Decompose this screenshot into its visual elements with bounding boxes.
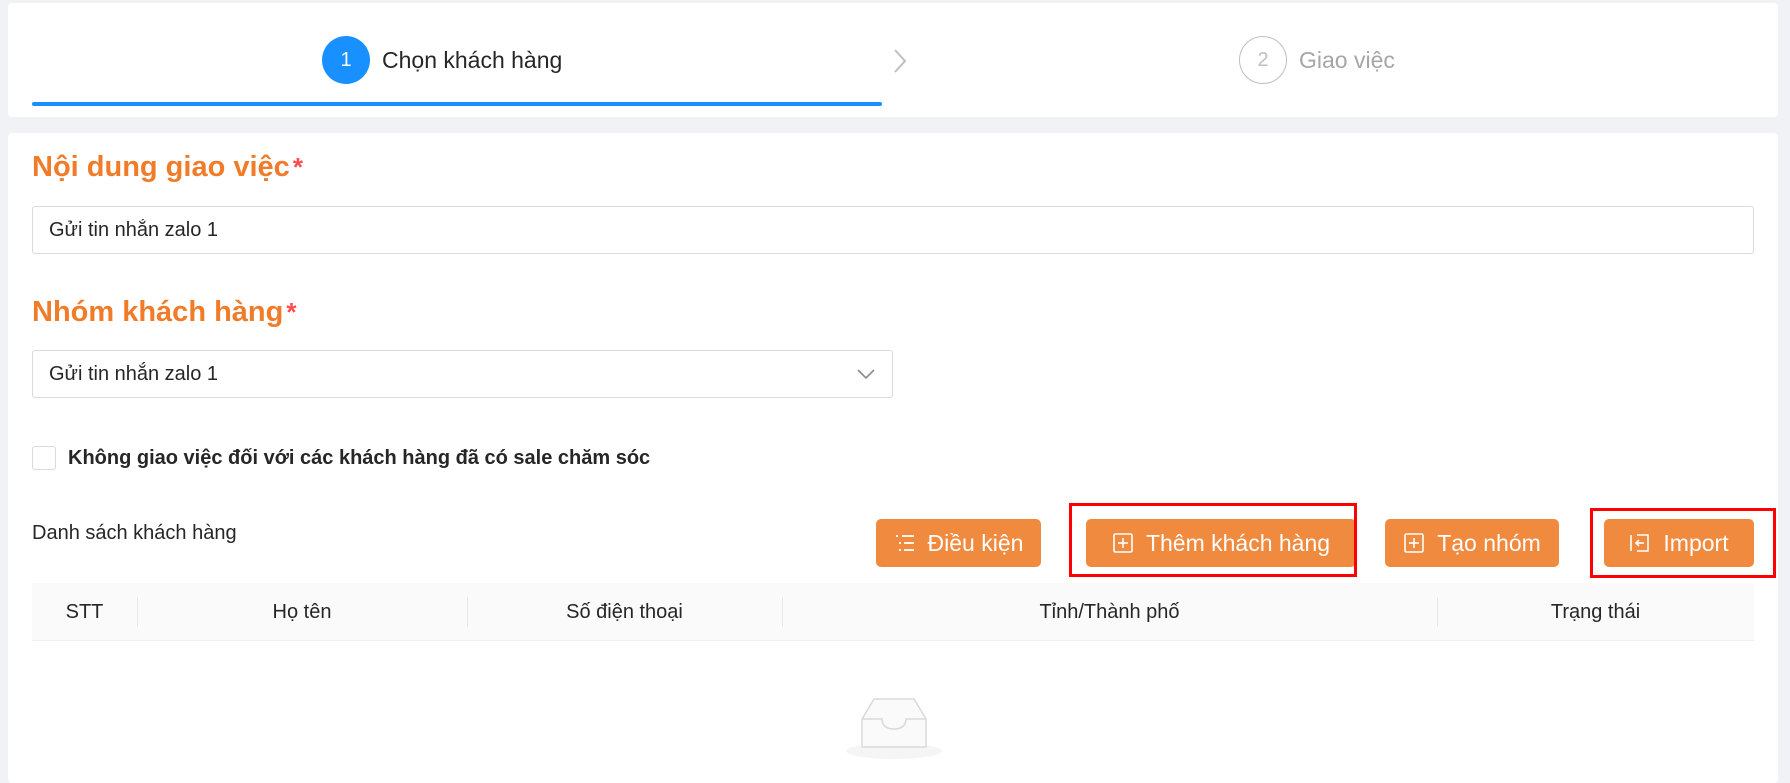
assign-task-form: Nội dung giao việc* Nhóm khách hàng* Gửi… [8,133,1778,783]
column-header-name: Họ tên [272,600,332,623]
create-group-button[interactable]: Tạo nhóm [1385,519,1559,567]
task-content-label-text: Nội dung giao việc [32,151,290,183]
highlight-import [1590,508,1776,578]
step-choose-customer[interactable]: 1 Chọn khách hàng [322,36,562,84]
customer-group-selected-value: Gửi tin nhắn zalo 1 [49,362,219,385]
step-2-title: Giao việc [1299,46,1395,73]
exclude-assigned-label: Không giao việc đối với các khách hàng đ… [68,446,651,469]
create-group-button-label: Tạo nhóm [1437,529,1541,556]
list-icon [895,535,914,551]
required-mark: * [292,152,303,182]
step-2-number: 2 [1239,36,1287,84]
customer-group-label-text: Nhóm khách hàng [32,296,284,328]
steps-header: 1 Chọn khách hàng 2 Giao việc [8,3,1778,117]
task-content-input[interactable] [32,206,1754,254]
column-header-phone: Số điện thoại [566,600,683,623]
chevron-down-icon [857,369,875,380]
conditions-button-label: Điều kiện [927,529,1024,556]
chevron-right-icon [894,49,907,73]
step-1-title: Chọn khách hàng [382,46,563,73]
customer-group-select[interactable]: Gửi tin nhắn zalo 1 [32,350,893,398]
plus-square-icon [1404,533,1425,553]
conditions-button[interactable]: Điều kiện [876,519,1041,567]
empty-inbox-icon [846,698,942,759]
step-assign-task[interactable]: 2 Giao việc [1239,36,1395,84]
exclude-assigned-option[interactable]: Không giao việc đối với các khách hàng đ… [32,446,650,470]
task-content-label: Nội dung giao việc * [32,151,303,184]
customer-list-title: Danh sách khách hàng [32,522,237,544]
column-header-province: Tỉnh/Thành phố [1039,600,1180,623]
exclude-assigned-checkbox[interactable] [32,446,56,470]
active-step-indicator [32,102,882,106]
customer-group-label: Nhóm khách hàng * [32,296,296,329]
column-header-stt: STT [65,600,104,623]
column-header-status: Trạng thái [1550,600,1641,623]
customer-table-header: STT Họ tên Số điện thoại Tỉnh/Thành phố … [32,583,1754,641]
step-1-number: 1 [322,36,370,84]
required-mark: * [286,297,297,327]
highlight-add-customer [1069,503,1357,577]
